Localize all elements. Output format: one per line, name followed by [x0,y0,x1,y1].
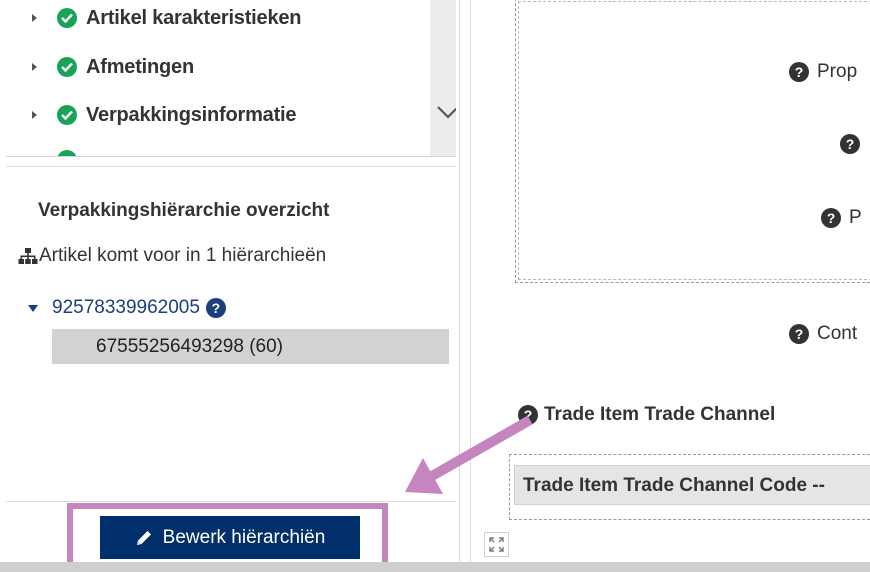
section-item-artikel-karakteristieken[interactable]: Artikel karakteristieken [6,3,426,33]
section-item-verpakkingsinformatie[interactable]: Verpakkingsinformatie [6,100,426,130]
check-circle-icon [57,105,77,125]
bottom-scrollbar[interactable] [0,562,870,572]
expand-button[interactable] [484,532,509,557]
trade-channel-header-label: Trade Item Trade Channel Code -- [523,475,825,496]
check-circle-icon [57,8,77,28]
divider [6,501,456,502]
section-item-afmetingen[interactable]: Afmetingen [6,52,426,82]
section-label: Verpakkingsinformatie [86,103,297,126]
left-panel: Artikel karakteristieken Afmetingen Verp… [0,0,460,562]
caret-down-icon[interactable] [28,304,38,312]
help-icon[interactable]: ? [789,62,809,82]
divider [6,166,456,167]
trade-channel-box: Trade Item Trade Channel Code -- [509,454,870,520]
check-circle-icon [57,57,77,77]
sitemap-icon [18,248,38,264]
field-label: Cont [817,323,858,344]
trade-channel-title-row: ? Trade Item Trade Channel [518,402,775,428]
check-circle-icon [57,150,77,156]
hierarchy-count: Artikel komt voor in 1 hiërarchieën [39,245,327,266]
help-icon[interactable]: ? [518,405,538,425]
field-row: ? Cont [789,321,857,347]
field-label: P [849,207,862,228]
caret-right-icon[interactable] [32,14,37,22]
edit-hierarchies-label: Bewerk hiërarchiën [162,526,326,548]
section-label: Afmetingen [86,55,195,78]
help-icon[interactable]: ? [840,134,860,154]
section-list-scrollbar[interactable] [430,0,456,156]
hierarchy-title: Verpakkingshiërarchie overzicht [38,200,330,221]
field-label: Prop [817,61,858,82]
tree-child-node[interactable]: 67555256493298 (60) [52,329,449,364]
section-label: Artikel karakteristieken [86,6,302,29]
trade-channel-header: Trade Item Trade Channel Code -- [514,465,870,505]
help-icon[interactable]: ? [789,324,809,344]
pencil-icon [136,530,151,545]
section-list: Artikel karakteristieken Afmetingen Verp… [6,0,456,157]
field-row: ? P [821,205,862,231]
tree-child-label: 67555256493298 (60) [96,336,284,357]
help-icon[interactable]: ? [821,208,841,228]
help-icon[interactable]: ? [205,298,226,318]
field-row: ? [840,131,868,157]
expand-icon [489,537,504,552]
caret-right-icon[interactable] [32,111,37,119]
details-box [515,0,870,283]
chevron-down-icon[interactable] [436,104,456,120]
hierarchy-count-row: Artikel komt voor in 1 hiërarchieën [18,244,326,268]
edit-hierarchies-button[interactable]: Bewerk hiërarchiën [100,516,360,559]
tree-root-node[interactable]: 92578339962005 ? [28,296,226,320]
caret-right-icon[interactable] [32,63,37,71]
tree-root-gtin-link[interactable]: 92578339962005 [52,297,200,319]
trade-channel-title: Trade Item Trade Channel [544,404,776,425]
field-row: ? Prop [789,59,857,85]
